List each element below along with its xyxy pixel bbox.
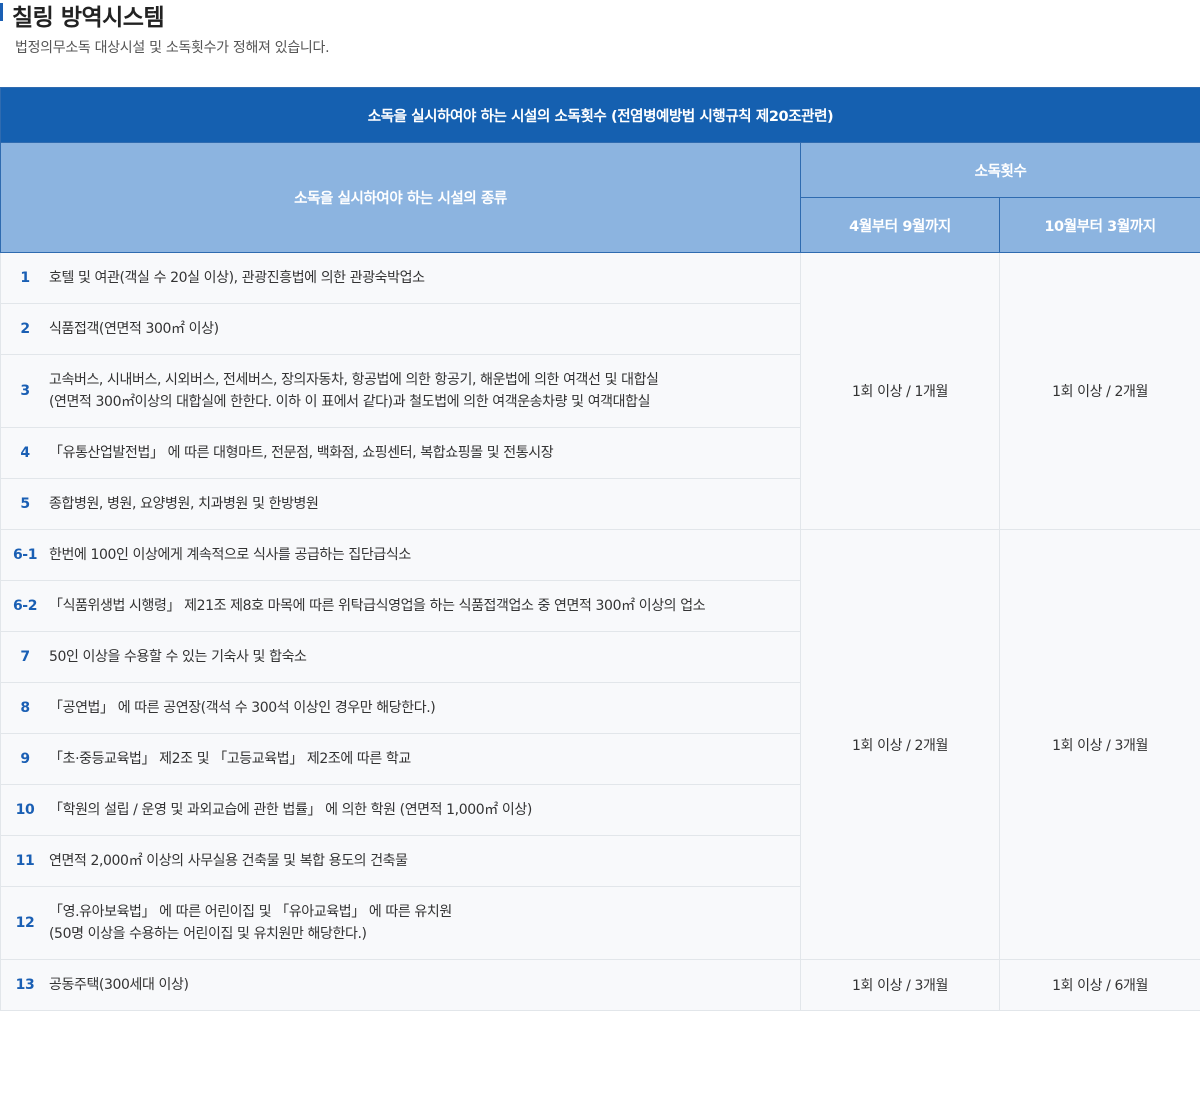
facility-text: 공동주택(300세대 이상) bbox=[49, 977, 189, 993]
row-number: 6-1 bbox=[12, 547, 38, 563]
winter-frequency: 1회 이상 / 6개월 bbox=[998, 959, 1200, 1011]
row-number: 12 bbox=[15, 915, 35, 931]
row-number: 6-2 bbox=[12, 598, 38, 614]
summer-frequency: 1회 이상 / 3개월 bbox=[800, 959, 1000, 1011]
title-accent-bar bbox=[0, 3, 3, 21]
facility-cell: 3 고속버스, 시내버스, 시외버스, 전세버스, 장의자동차, 항공법에 의한 … bbox=[0, 354, 801, 428]
winter-frequency: 1회 이상 / 3개월 bbox=[998, 529, 1200, 960]
page-title: 칠링 방역시스템 bbox=[12, 5, 165, 31]
facility-cell: 8 「공연법」 에 따른 공연장(객석 수 300석 이상인 경우만 해당한다.) bbox=[0, 682, 801, 734]
row-number: 3 bbox=[20, 383, 30, 399]
row-number: 7 bbox=[20, 649, 30, 665]
col-header-summer: 4월부터 9월까지 bbox=[800, 197, 1000, 253]
facility-text: (50명 이상을 수용하는 어린이집 및 유치원만 해당한다.) bbox=[49, 926, 367, 942]
table-row: 13 공동주택(300세대 이상) 1회 이상 / 3개월 1회 이상 / 6개월 bbox=[0, 959, 1200, 1011]
facility-text: (연면적 300㎡이상의 대합실에 한한다. 이하 이 표에서 같다)과 철도법… bbox=[49, 394, 651, 410]
facility-cell: 6-2 「식품위생법 시행령」 제21조 제8호 마목에 따른 위탁급식영업을 하… bbox=[0, 580, 801, 632]
facility-cell: 2 식품접객(연면적 300㎡ 이상) bbox=[0, 303, 801, 355]
facility-cell: 6-1 한번에 100인 이상에게 계속적으로 식사를 공급하는 집단급식소 bbox=[0, 529, 801, 581]
row-number: 11 bbox=[15, 853, 35, 869]
facility-text: 종합병원, 병원, 요양병원, 치과병원 및 한방병원 bbox=[49, 496, 319, 512]
col-header-facility: 소독을 실시하여야 하는 시설의 종류 bbox=[0, 142, 801, 253]
facility-text: 「유통산업발전법」 에 따른 대형마트, 전문점, 백화점, 쇼핑센터, 복합쇼… bbox=[49, 445, 554, 461]
row-number: 10 bbox=[15, 802, 35, 818]
row-number: 4 bbox=[20, 445, 30, 461]
facility-text: 호텔 및 여관(객실 수 20실 이상), 관광진흥법에 의한 관광숙박업소 bbox=[49, 270, 425, 286]
facility-cell: 5 종합병원, 병원, 요양병원, 치과병원 및 한방병원 bbox=[0, 478, 801, 530]
row-number: 1 bbox=[20, 270, 30, 286]
facility-cell: 4 「유통산업발전법」 에 따른 대형마트, 전문점, 백화점, 쇼핑센터, 복합… bbox=[0, 427, 801, 479]
facility-text: 한번에 100인 이상에게 계속적으로 식사를 공급하는 집단급식소 bbox=[49, 547, 411, 563]
row-number: 5 bbox=[20, 496, 30, 512]
table-caption: 소독을 실시하여야 하는 시설의 소독횟수 (전염병예방법 시행규칙 제20조관… bbox=[0, 87, 1200, 143]
row-number: 13 bbox=[15, 977, 35, 993]
col-header-winter: 10월부터 3월까지 bbox=[998, 197, 1200, 253]
page-subtitle: 법정의무소독 대상시설 및 소독횟수가 정해져 있습니다. bbox=[15, 40, 330, 56]
facility-cell: 9 「초·중등교육법」 제2조 및 「고등교육법」 제2조에 따른 학교 bbox=[0, 733, 801, 785]
facility-text: 「식품위생법 시행령」 제21조 제8호 마목에 따른 위탁급식영업을 하는 식… bbox=[49, 598, 706, 614]
facility-cell: 10 「학원의 설립 / 운영 및 과외교습에 관한 법률」 에 의한 학원 (연… bbox=[0, 784, 801, 836]
col-header-frequency: 소독횟수 bbox=[799, 142, 1200, 198]
table-row: 1 호텔 및 여관(객실 수 20실 이상), 관광진흥법에 의한 관광숙박업소 … bbox=[0, 252, 1200, 530]
row-number: 8 bbox=[20, 700, 30, 716]
facility-text: 「영.유아보육법」 에 따른 어린이집 및 「유아교육법」 에 따른 유치원 bbox=[49, 904, 452, 920]
summer-frequency: 1회 이상 / 1개월 bbox=[800, 252, 1000, 530]
facility-cell: 13 공동주택(300세대 이상) bbox=[0, 959, 801, 1011]
facility-text: 50인 이상을 수용할 수 있는 기숙사 및 합숙소 bbox=[49, 649, 307, 665]
row-number: 9 bbox=[20, 751, 30, 767]
facility-text: 고속버스, 시내버스, 시외버스, 전세버스, 장의자동차, 항공법에 의한 항… bbox=[49, 372, 659, 388]
page-header: 칠링 방역시스템 법정의무소독 대상시설 및 소독횟수가 정해져 있습니다. bbox=[0, 0, 1200, 87]
facility-text: 연면적 2,000㎡ 이상의 사무실용 건축물 및 복합 용도의 건축물 bbox=[49, 853, 408, 869]
facility-cell: 11 연면적 2,000㎡ 이상의 사무실용 건축물 및 복합 용도의 건축물 bbox=[0, 835, 801, 887]
facility-text: 「초·중등교육법」 제2조 및 「고등교육법」 제2조에 따른 학교 bbox=[49, 751, 411, 767]
facility-text: 식품접객(연면적 300㎡ 이상) bbox=[49, 321, 219, 337]
facility-cell: 1 호텔 및 여관(객실 수 20실 이상), 관광진흥법에 의한 관광숙박업소 bbox=[0, 252, 801, 304]
table-row: 6-1 한번에 100인 이상에게 계속적으로 식사를 공급하는 집단급식소 1회… bbox=[0, 529, 1200, 960]
facility-cell: 7 50인 이상을 수용할 수 있는 기숙사 및 합숙소 bbox=[0, 631, 801, 683]
facility-text: 「학원의 설립 / 운영 및 과외교습에 관한 법률」 에 의한 학원 (연면적… bbox=[49, 802, 532, 818]
facility-text: 「공연법」 에 따른 공연장(객석 수 300석 이상인 경우만 해당한다.) bbox=[49, 700, 436, 716]
row-number: 2 bbox=[20, 321, 30, 337]
disinfection-table: 소독을 실시하여야 하는 시설의 소독횟수 (전염병예방법 시행규칙 제20조관… bbox=[0, 87, 1200, 1011]
winter-frequency: 1회 이상 / 2개월 bbox=[998, 252, 1200, 530]
summer-frequency: 1회 이상 / 2개월 bbox=[800, 529, 1000, 960]
facility-cell: 12 「영.유아보육법」 에 따른 어린이집 및 「유아교육법」 에 따른 유치원… bbox=[0, 886, 801, 960]
